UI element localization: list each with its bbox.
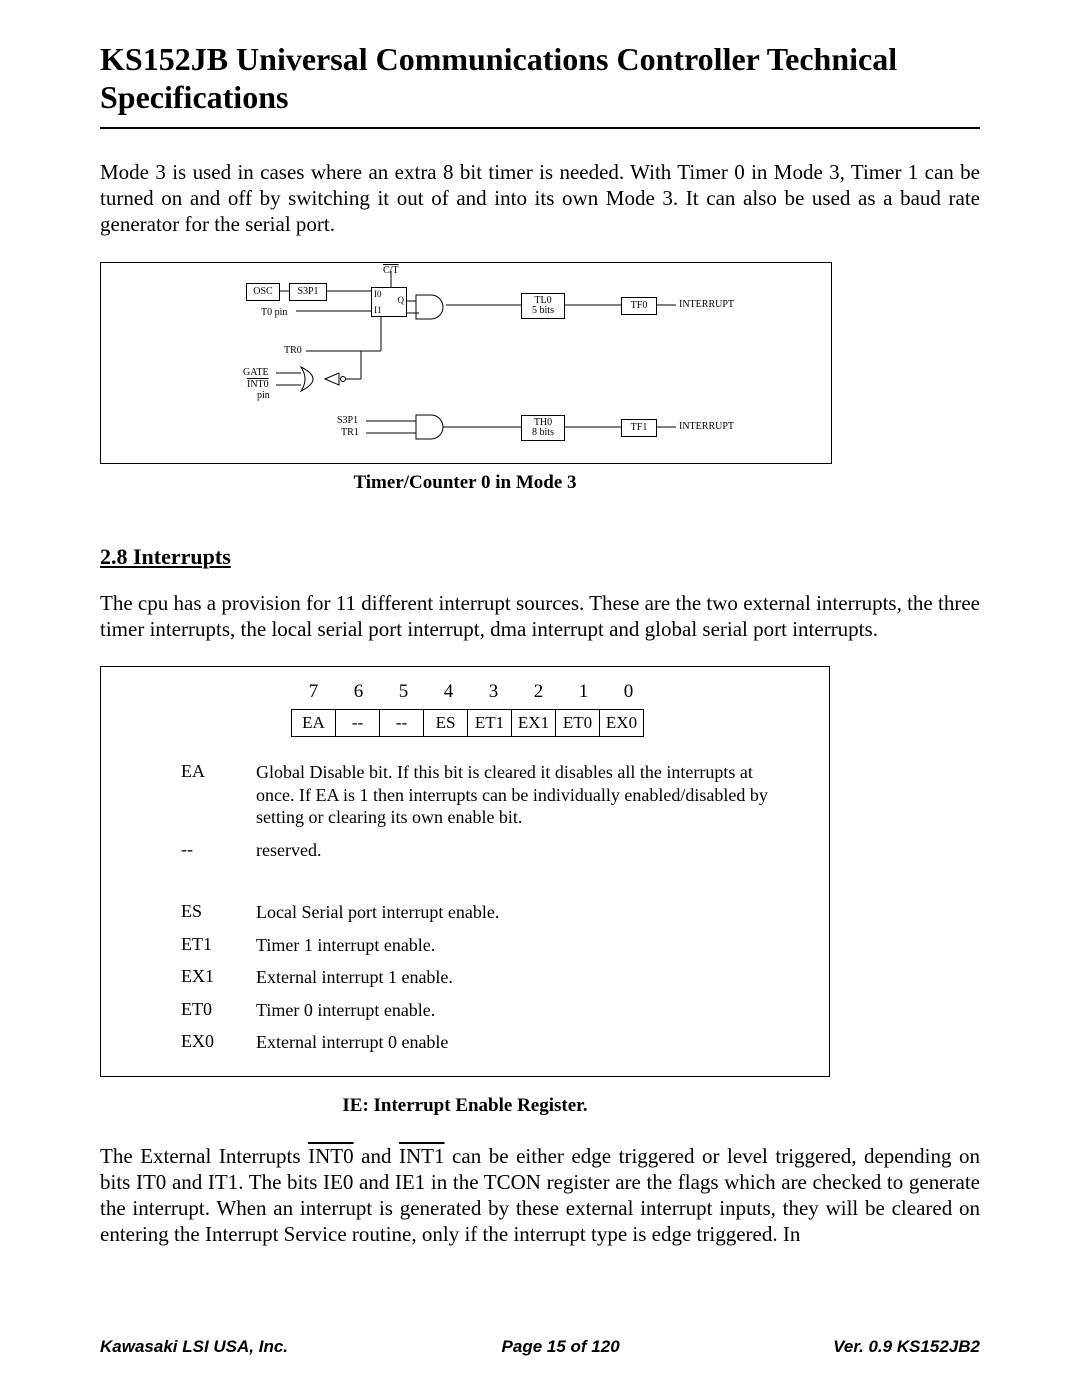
- bit-cells-row: EA -- -- ES ET1 EX1 ET0 EX0: [291, 709, 801, 737]
- intro-paragraph: Mode 3 is used in cases where an extra 8…: [100, 159, 980, 238]
- def-row: ET0 Timer 0 interrupt enable.: [181, 999, 801, 1022]
- bit-number-row: 7 6 5 4 3 2 1 0: [291, 681, 801, 703]
- body-text: and: [354, 1144, 399, 1168]
- tr1-label: TR1: [341, 427, 359, 438]
- def-row: EX0 External interrupt 0 enable: [181, 1031, 801, 1054]
- bit-cell: EA: [291, 709, 336, 737]
- section-heading: 2.8 Interrupts: [100, 544, 980, 570]
- def-term: EX0: [181, 1031, 256, 1054]
- def-term: ET0: [181, 999, 256, 1022]
- def-row: ES Local Serial port interrupt enable.: [181, 901, 801, 924]
- def-term: EA: [181, 761, 256, 829]
- t0pin-label: T0 pin: [261, 307, 287, 318]
- page-footer: Kawasaki LSI USA, Inc. Page 15 of 120 Ve…: [100, 1337, 980, 1357]
- def-row: EX1 External interrupt 1 enable.: [181, 966, 801, 989]
- def-desc: Local Serial port interrupt enable.: [256, 901, 499, 924]
- bit-num: 4: [426, 681, 471, 703]
- def-term: EX1: [181, 966, 256, 989]
- bit-cell: EX1: [511, 709, 556, 737]
- bit-num: 6: [336, 681, 381, 703]
- ie-register-box: 7 6 5 4 3 2 1 0 EA -- -- ES ET1 EX1 ET0 …: [100, 666, 830, 1077]
- register-caption: IE: Interrupt Enable Register.: [100, 1095, 830, 1117]
- osc-box: OSC: [246, 283, 280, 301]
- interrupt-b-label: INTERRUPT: [679, 421, 734, 432]
- def-desc: Timer 0 interrupt enable.: [256, 999, 435, 1022]
- bit-num: 2: [516, 681, 561, 703]
- title-divider: [100, 127, 980, 129]
- ct-label: C/T: [383, 265, 399, 276]
- bit-cell: ET1: [467, 709, 512, 737]
- th0-box: TH0 8 bits: [521, 415, 565, 441]
- diagram-svg: [101, 263, 831, 463]
- tf1-box: TF1: [621, 419, 657, 437]
- def-desc: reserved.: [256, 839, 321, 862]
- tr0-label: TR0: [284, 345, 302, 356]
- def-term: --: [181, 839, 256, 862]
- int1-overline: INT1: [399, 1144, 445, 1168]
- def-desc: Global Disable bit. If this bit is clear…: [256, 761, 776, 829]
- tf0-box: TF0: [621, 297, 657, 315]
- body-paragraph: The External Interrupts INT0 and INT1 ca…: [100, 1143, 980, 1248]
- def-row: -- reserved.: [181, 839, 801, 862]
- mux-box: I0 Q I1: [371, 287, 407, 317]
- footer-right: Ver. 0.9 KS152JB2: [833, 1337, 980, 1357]
- def-term: ET1: [181, 934, 256, 957]
- s3p1-box-a: S3P1: [289, 283, 327, 301]
- def-desc: Timer 1 interrupt enable.: [256, 934, 435, 957]
- gate-label: GATE: [243, 367, 269, 378]
- bit-cell: ET0: [555, 709, 600, 737]
- bit-num: 3: [471, 681, 516, 703]
- bit-cell: --: [379, 709, 424, 737]
- document-title: KS152JB Universal Communications Control…: [100, 40, 980, 117]
- section-para: The cpu has a provision for 11 different…: [100, 590, 980, 643]
- int0-overline: INT0: [308, 1144, 354, 1168]
- bit-cell: ES: [423, 709, 468, 737]
- tl0-box: TL0 5 bits: [521, 293, 565, 319]
- bit-num: 7: [291, 681, 336, 703]
- def-term: ES: [181, 901, 256, 924]
- def-desc: External interrupt 1 enable.: [256, 966, 453, 989]
- pin-label: pin: [257, 390, 270, 401]
- s3p1-b-label: S3P1: [337, 415, 358, 426]
- bit-cell: EX0: [599, 709, 644, 737]
- def-desc: External interrupt 0 enable: [256, 1031, 448, 1054]
- int0-label: INT0: [247, 379, 269, 390]
- def-row: EA Global Disable bit. If this bit is cl…: [181, 761, 801, 829]
- bit-num: 1: [561, 681, 606, 703]
- bit-num: 0: [606, 681, 651, 703]
- timer-diagram: C/T OSC S3P1 T0 pin I0 Q I1 TR0 GATE INT…: [100, 262, 832, 464]
- footer-left: Kawasaki LSI USA, Inc.: [100, 1337, 288, 1357]
- bit-num: 5: [381, 681, 426, 703]
- def-row: ET1 Timer 1 interrupt enable.: [181, 934, 801, 957]
- body-text: The External Interrupts: [100, 1144, 308, 1168]
- bit-cell: --: [335, 709, 380, 737]
- footer-center: Page 15 of 120: [502, 1337, 620, 1357]
- diagram-caption: Timer/Counter 0 in Mode 3: [100, 472, 830, 494]
- interrupt-a-label: INTERRUPT: [679, 299, 734, 310]
